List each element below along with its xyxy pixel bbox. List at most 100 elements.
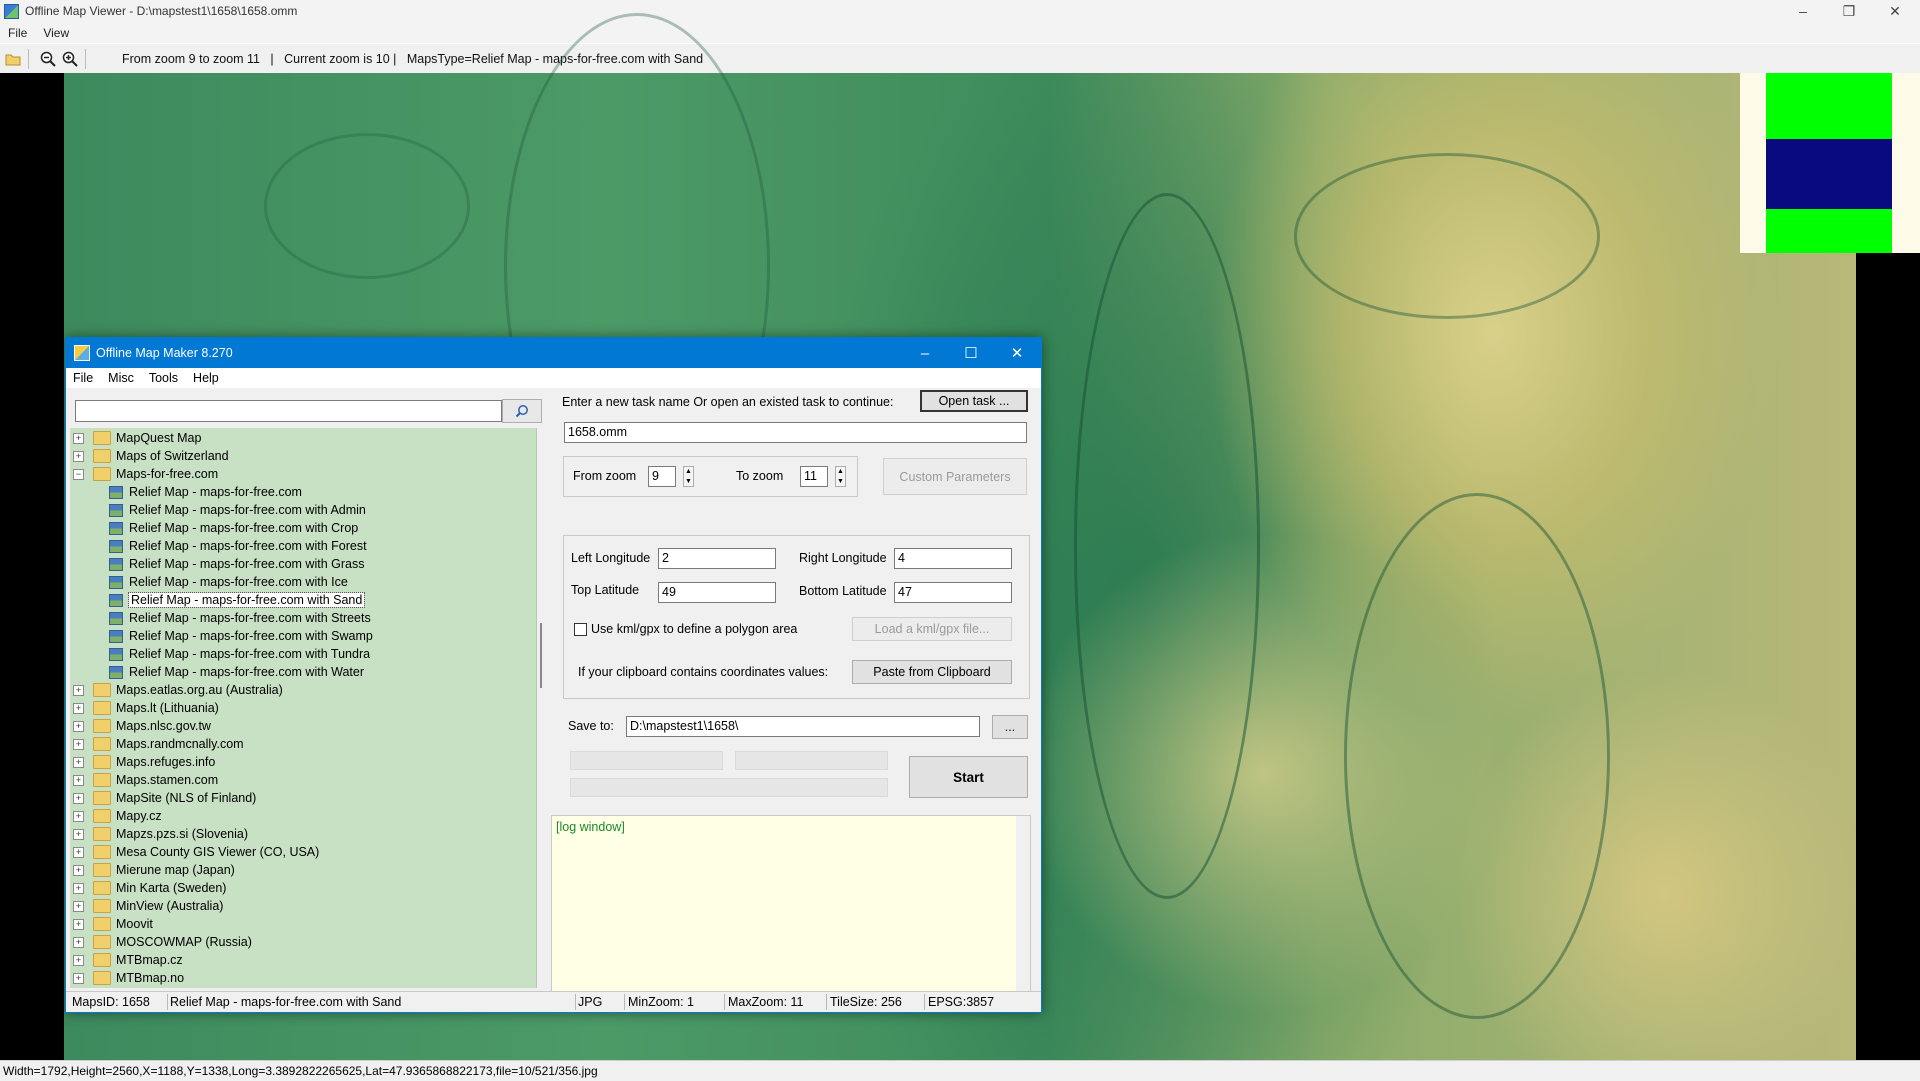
- tree-map-item[interactable]: Relief Map - maps-for-free.com with Ice: [70, 573, 348, 591]
- expand-icon[interactable]: +: [73, 738, 84, 750]
- tree-folder-item[interactable]: + MapSite (NLS of Finland): [70, 789, 256, 807]
- tree-map-item[interactable]: Relief Map - maps-for-free.com with Crop: [70, 519, 358, 537]
- maker-menu-misc[interactable]: Misc: [101, 371, 142, 385]
- viewer-status-text: Width=1792,Height=2560,X=1188,Y=1338,Lon…: [3, 1064, 598, 1078]
- tree-map-item[interactable]: Relief Map - maps-for-free.com with Gras…: [70, 555, 364, 573]
- maker-minimize-icon[interactable]: –: [902, 338, 948, 368]
- maker-menu-file[interactable]: File: [66, 371, 101, 385]
- open-folder-icon[interactable]: [4, 50, 22, 68]
- map-search-input[interactable]: [75, 400, 502, 422]
- minimize-icon[interactable]: –: [1780, 0, 1826, 22]
- top-latitude-input[interactable]: 49: [658, 582, 776, 603]
- expand-icon[interactable]: +: [73, 900, 84, 912]
- expand-icon[interactable]: +: [73, 954, 84, 966]
- map-layer-icon: [109, 611, 123, 625]
- tree-item-label: Relief Map - maps-for-free.com with Swam…: [129, 629, 373, 643]
- expand-icon[interactable]: +: [73, 774, 84, 786]
- legend-band-green: [1766, 73, 1892, 139]
- tree-folder-item[interactable]: + MapQuest Map: [70, 429, 201, 447]
- maker-menu-tools[interactable]: Tools: [142, 371, 186, 385]
- browse-button[interactable]: ...: [992, 715, 1028, 739]
- map-source-tree[interactable]: + MapQuest Map + Maps of Switzerland − Maps-f…: [70, 428, 537, 988]
- tree-item-label: Relief Map - maps-for-free.com with Ice: [129, 575, 348, 589]
- bottom-latitude-input[interactable]: 47: [894, 582, 1012, 603]
- search-button[interactable]: [502, 399, 542, 423]
- tree-map-item[interactable]: Relief Map - maps-for-free.com with Wate…: [70, 663, 364, 681]
- left-longitude-input[interactable]: 2: [658, 548, 776, 569]
- right-longitude-input[interactable]: 4: [894, 548, 1012, 569]
- expand-icon[interactable]: +: [73, 756, 84, 768]
- log-scrollbar[interactable]: [1016, 816, 1030, 991]
- tree-folder-item[interactable]: + Min Karta (Sweden): [70, 879, 226, 897]
- zoom-out-icon[interactable]: [39, 50, 57, 68]
- expand-icon[interactable]: +: [73, 702, 84, 714]
- tree-folder-item[interactable]: + Maps.eatlas.org.au (Australia): [70, 681, 283, 699]
- expand-icon[interactable]: +: [73, 846, 84, 858]
- tree-folder-item[interactable]: + Mapy.cz: [70, 807, 162, 825]
- use-kml-checkbox[interactable]: [574, 623, 587, 636]
- tree-map-item[interactable]: Relief Map - maps-for-free.com with Swam…: [70, 627, 373, 645]
- right-longitude-label: Right Longitude: [799, 551, 887, 565]
- maker-menu-help[interactable]: Help: [186, 371, 227, 385]
- task-name-input[interactable]: 1658.omm: [564, 422, 1027, 443]
- tree-folder-item[interactable]: + Mapzs.pzs.si (Slovenia): [70, 825, 248, 843]
- tree-map-item[interactable]: Relief Map - maps-for-free.com with Stre…: [70, 609, 371, 627]
- tree-folder-item[interactable]: + Maps.stamen.com: [70, 771, 218, 789]
- tree-folder-item[interactable]: + Maps.refuges.info: [70, 753, 215, 771]
- expand-icon[interactable]: +: [73, 828, 84, 840]
- tree-folder-item[interactable]: + MTBmap.cz: [70, 951, 183, 969]
- tree-folder-item[interactable]: + Maps.randmcnally.com: [70, 735, 244, 753]
- open-task-button[interactable]: Open task ...: [920, 390, 1028, 412]
- tree-folder-item[interactable]: − Maps-for-free.com: [70, 465, 218, 483]
- from-zoom-input[interactable]: 9: [648, 466, 676, 487]
- expand-icon[interactable]: +: [73, 918, 84, 930]
- start-button[interactable]: Start: [909, 756, 1028, 798]
- expand-icon[interactable]: +: [73, 720, 84, 732]
- zoom-in-icon[interactable]: [61, 50, 79, 68]
- expand-icon[interactable]: +: [73, 882, 84, 894]
- maker-close-icon[interactable]: ✕: [994, 338, 1040, 368]
- tree-map-item[interactable]: Relief Map - maps-for-free.com with Admi…: [70, 501, 366, 519]
- expand-icon[interactable]: +: [73, 972, 84, 984]
- folder-icon: [93, 827, 111, 841]
- tree-folder-item[interactable]: + MOSCOWMAP (Russia): [70, 933, 252, 951]
- tree-folder-item[interactable]: + Mierune map (Japan): [70, 861, 235, 879]
- viewer-toolbar: From zoom 9 to zoom 11 | Current zoom is…: [0, 44, 1920, 74]
- tree-folder-item[interactable]: + MTBmap.no: [70, 969, 184, 987]
- close-icon[interactable]: ✕: [1872, 0, 1918, 22]
- maker-maximize-icon[interactable]: ☐: [948, 338, 994, 368]
- expand-icon[interactable]: +: [73, 810, 84, 822]
- tree-item-label: Relief Map - maps-for-free.com with Wate…: [129, 665, 365, 679]
- tree-map-item[interactable]: Relief Map - maps-for-free.com with Fore…: [70, 537, 367, 555]
- tree-scrollbar-thumb[interactable]: [540, 623, 542, 688]
- tree-folder-item[interactable]: + Maps of Switzerland: [70, 447, 229, 465]
- from-zoom-spinner[interactable]: ▲ ▼: [683, 466, 694, 487]
- viewer-menu-file[interactable]: File: [0, 26, 35, 40]
- collapse-icon[interactable]: −: [73, 468, 84, 480]
- expand-icon[interactable]: +: [73, 864, 84, 876]
- log-window[interactable]: [log window]: [551, 815, 1031, 992]
- color-legend: [1740, 73, 1920, 253]
- expand-icon[interactable]: +: [73, 432, 84, 444]
- expand-icon[interactable]: +: [73, 792, 84, 804]
- expand-icon[interactable]: +: [73, 450, 84, 462]
- to-zoom-spinner[interactable]: ▲ ▼: [835, 466, 846, 487]
- paste-clipboard-button[interactable]: Paste from Clipboard: [852, 660, 1012, 684]
- tree-folder-item[interactable]: + Maps.lt (Lithuania): [70, 699, 219, 717]
- load-kml-button[interactable]: Load a kml/gpx file...: [852, 617, 1012, 641]
- tree-folder-item[interactable]: + Maps.nlsc.gov.tw: [70, 717, 211, 735]
- tree-folder-item[interactable]: + MinView (Australia): [70, 897, 223, 915]
- to-zoom-input[interactable]: 11: [800, 466, 828, 487]
- restore-icon[interactable]: ❐: [1826, 0, 1872, 22]
- tree-map-item[interactable]: Relief Map - maps-for-free.com with Tund…: [70, 645, 370, 663]
- tree-folder-item[interactable]: + Mesa County GIS Viewer (CO, USA): [70, 843, 319, 861]
- tree-map-item[interactable]: Relief Map - maps-for-free.com with Sand: [70, 591, 366, 609]
- viewer-menu-view[interactable]: View: [35, 26, 77, 40]
- tree-map-item[interactable]: Relief Map - maps-for-free.com: [70, 483, 302, 501]
- tree-folder-item[interactable]: + Moovit: [70, 915, 153, 933]
- expand-icon[interactable]: +: [73, 684, 84, 696]
- folder-icon: [93, 791, 111, 805]
- save-path-input[interactable]: D:\mapstest1\1658\: [626, 716, 980, 737]
- expand-icon[interactable]: +: [73, 936, 84, 948]
- custom-parameters-button[interactable]: Custom Parameters: [883, 458, 1027, 495]
